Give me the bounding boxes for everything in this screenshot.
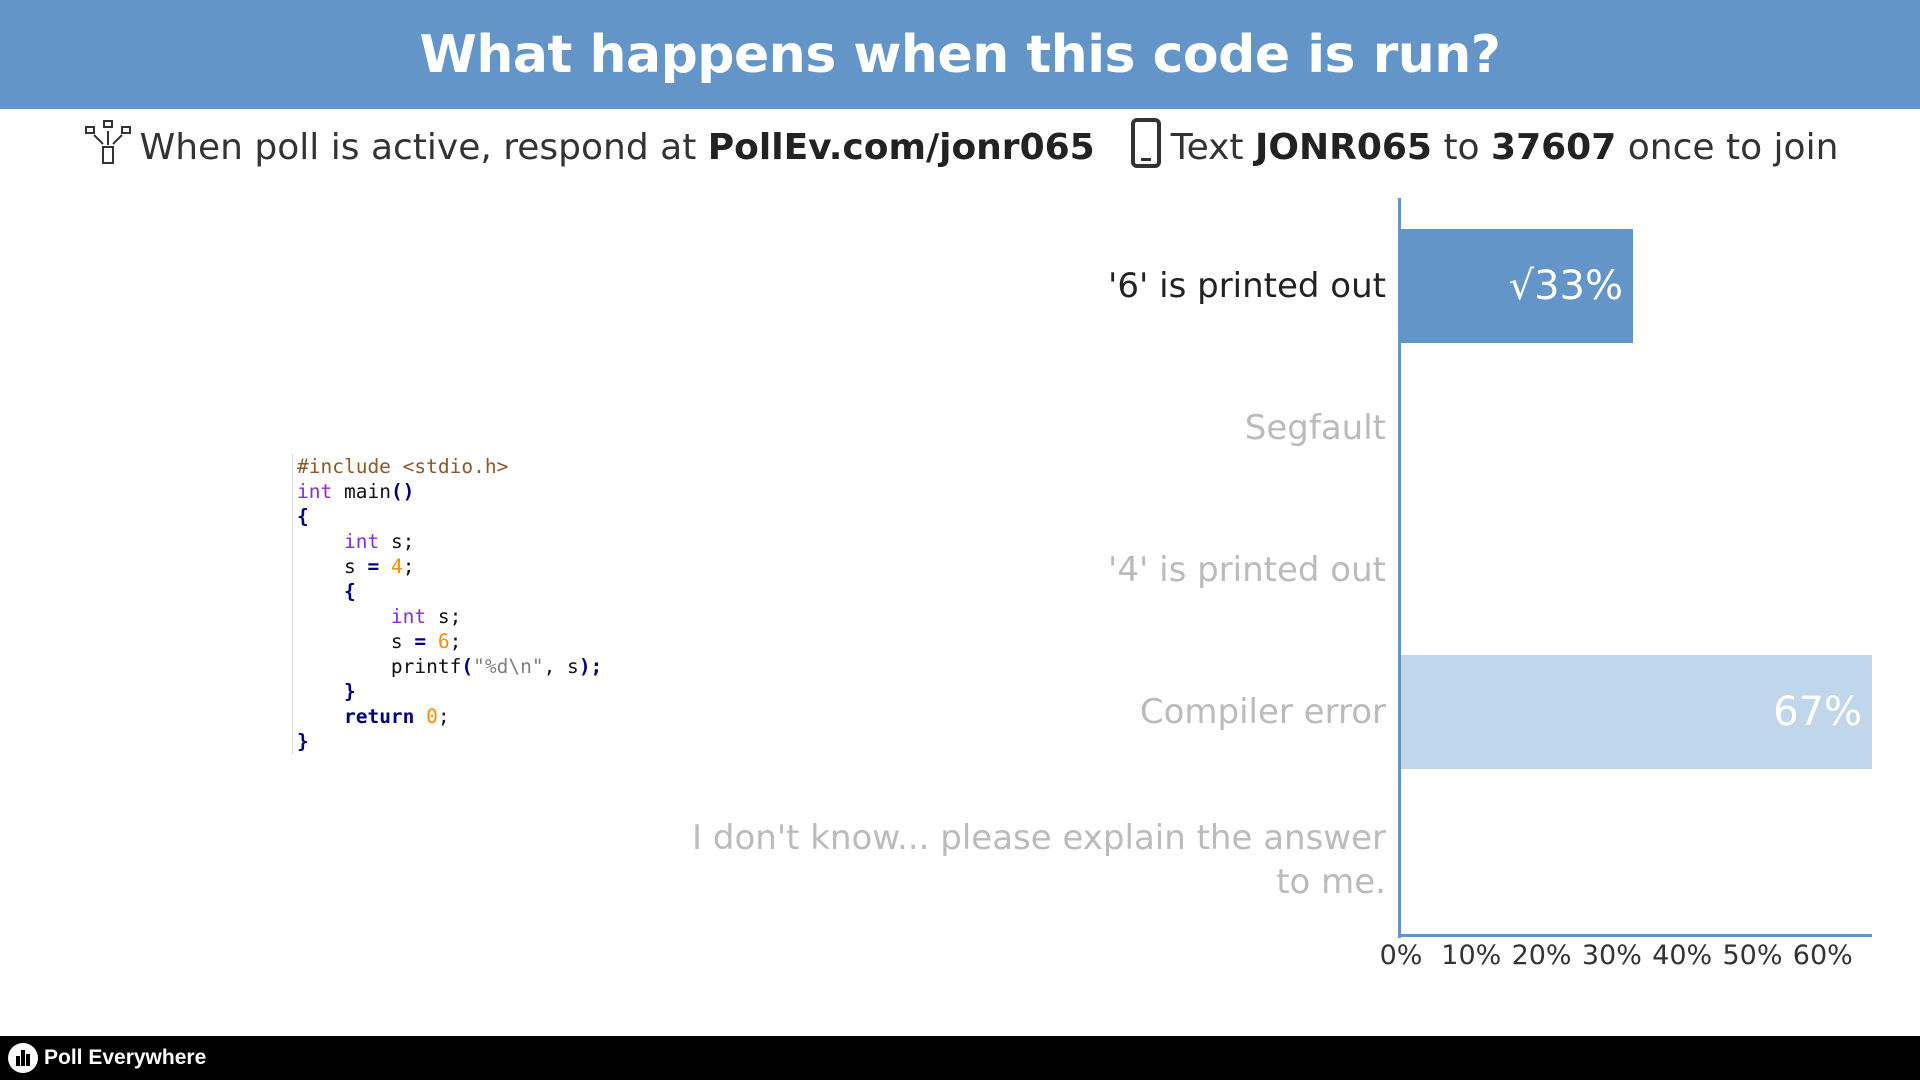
footer-bar: Poll Everywhere — [0, 1036, 1920, 1080]
code-text: () — [390, 480, 415, 503]
text-instruction-suffix: once to join — [1627, 126, 1839, 168]
brand-name: Poll Everywhere — [44, 1046, 207, 1069]
code-snippet: #include <stdio.h> int main() { int s; s… — [292, 454, 602, 754]
bar-category-label: '4' is printed out — [1108, 550, 1386, 590]
code-text: s; — [426, 605, 462, 628]
x-tick-label: 50% — [1722, 940, 1783, 971]
text-instruction-prefix: Text — [1170, 126, 1244, 168]
code-text: ; — [402, 555, 415, 578]
code-text: ; — [449, 630, 462, 653]
code-line: #include <stdio.h> — [297, 455, 509, 478]
bar-3: 67% — [1401, 655, 1872, 769]
question-title: What happens when this code is run? — [419, 24, 1501, 85]
x-tick-label: 30% — [1581, 940, 1642, 971]
bar-0: √33% — [1401, 229, 1633, 343]
code-keyword: int — [297, 480, 333, 503]
code-brace: { — [297, 505, 309, 528]
bar-value-label: √33% — [1508, 263, 1623, 309]
web-instruction-text: When poll is active, respond at — [139, 126, 697, 168]
join-instructions: When poll is active, respond at PollEv.c… — [0, 112, 1920, 182]
code-number: 4 — [390, 555, 403, 578]
x-tick-label: 20% — [1511, 940, 1572, 971]
code-number: 6 — [437, 630, 450, 653]
code-keyword: return — [343, 705, 415, 728]
x-tick-label: 10% — [1441, 940, 1502, 971]
bar-category-label: I don't know... please explain the answe… — [692, 818, 1386, 902]
code-brace: { — [343, 580, 356, 603]
code-number: 0 — [426, 705, 438, 728]
poll-everywhere-logo-icon — [8, 1043, 38, 1073]
x-tick-label: 60% — [1792, 940, 1853, 971]
code-text: , s — [543, 655, 579, 678]
code-text: ; — [437, 705, 450, 728]
code-text: main — [332, 480, 391, 503]
code-text: printf — [390, 655, 462, 678]
title-banner: What happens when this code is run? — [0, 0, 1920, 109]
code-string: "%d\n" — [473, 655, 544, 678]
bar-value-label: 67% — [1773, 689, 1862, 735]
code-text: = — [414, 630, 427, 653]
text-instruction-to: to — [1443, 126, 1480, 168]
bar-category-label: Segfault — [1244, 408, 1386, 448]
x-tick-label: 0% — [1379, 940, 1423, 971]
bar-category-label: Compiler error — [1139, 692, 1386, 732]
code-text: s — [390, 630, 415, 653]
chart-x-axis — [1398, 934, 1872, 937]
code-text: ); — [578, 655, 603, 678]
code-brace: } — [343, 680, 356, 703]
phone-icon — [1129, 117, 1163, 177]
network-icon — [82, 119, 132, 176]
code-keyword: int — [343, 530, 380, 553]
code-text: = — [367, 555, 380, 578]
code-text: s; — [379, 530, 415, 553]
text-number: 37607 — [1491, 126, 1617, 168]
code-text: s — [343, 555, 368, 578]
code-keyword: int — [390, 605, 427, 628]
bar-category-label: '6' is printed out — [1108, 266, 1386, 306]
text-code: JONR065 — [1254, 126, 1432, 168]
code-brace: } — [297, 730, 309, 753]
x-tick-label: 40% — [1652, 940, 1713, 971]
poll-url[interactable]: PollEv.com/jonr065 — [708, 127, 1095, 168]
